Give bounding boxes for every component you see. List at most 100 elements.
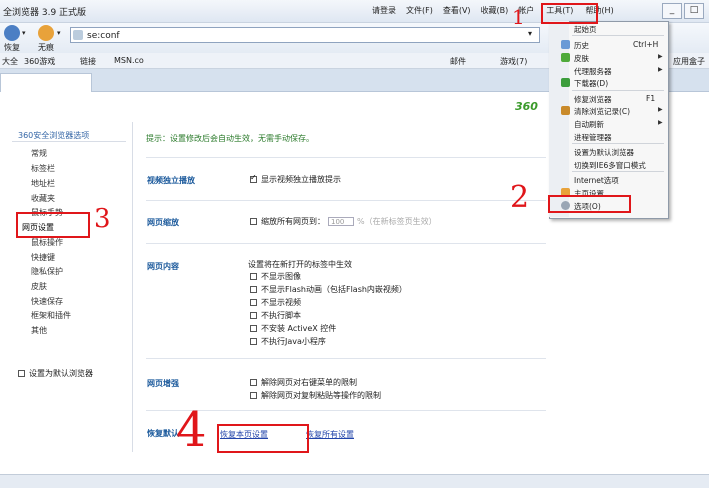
history-shortcut: Ctrl+H xyxy=(633,40,659,49)
fav-item[interactable]: 360游戏 xyxy=(24,56,55,67)
menu-login[interactable]: 请登录 xyxy=(367,5,401,16)
menu-item-autorefresh[interactable]: 自动刷新 xyxy=(574,119,604,130)
minimize-button[interactable]: _ xyxy=(662,3,682,19)
step-1-mark: 1 xyxy=(512,5,525,29)
menu-item-startpage[interactable]: 起始页 xyxy=(574,24,597,35)
address-bar[interactable]: se:conf xyxy=(70,27,540,43)
option-copypaste[interactable]: 解除网页对复制粘贴等操作的限制 xyxy=(250,390,381,401)
sidebar-item-tabbar[interactable]: 标签栏 xyxy=(31,163,55,174)
section-title-restore: 恢复默认 xyxy=(147,429,179,438)
section-divider xyxy=(146,157,546,158)
checkbox[interactable] xyxy=(250,338,257,345)
default-browser-label: 设置为默认浏览器 xyxy=(29,369,93,378)
fav-item[interactable]: MSN.co xyxy=(114,56,144,65)
sidebar-item-shortcuts[interactable]: 快捷键 xyxy=(31,252,55,263)
menu-view[interactable]: 查看(V) xyxy=(438,5,476,16)
maximize-button[interactable]: □ xyxy=(684,3,704,19)
checkbox[interactable] xyxy=(250,379,257,386)
dropdown-icon-2[interactable]: ▾ xyxy=(57,29,61,37)
sidebar-item-favorites[interactable]: 收藏夹 xyxy=(31,193,55,204)
fav-mail[interactable]: 邮件 xyxy=(450,56,466,67)
menu-item-ie6-mode[interactable]: 切换到IE6多窗口模式 xyxy=(574,160,646,171)
sidebar-item-other[interactable]: 其他 xyxy=(31,325,47,336)
option-no-images[interactable]: 不显示图像 xyxy=(250,271,301,282)
menu-item-set-default[interactable]: 设置为默认浏览器 xyxy=(574,147,634,158)
submenu-arrow-icon: ▶ xyxy=(658,119,663,126)
video-popup-label: 显示视频独立播放提示 xyxy=(261,175,341,184)
menu-item-clear-history[interactable]: 清除浏览记录(C) xyxy=(574,106,630,117)
sidebar-item-privacy[interactable]: 隐私保护 xyxy=(31,266,63,277)
sidebar-item-plugins[interactable]: 框架和插件 xyxy=(31,310,71,321)
zoom-label: 缩放所有网页到： xyxy=(261,217,325,226)
video-popup-option[interactable]: 显示视频独立播放提示 xyxy=(250,173,341,185)
window-title: 全浏览器 3.9 正式版 xyxy=(3,8,87,18)
option-label: 解除网页对复制粘贴等操作的限制 xyxy=(261,391,381,400)
incognito-icon[interactable] xyxy=(38,25,54,41)
menu-separator xyxy=(572,143,664,144)
option-no-java[interactable]: 不执行Java小程序 xyxy=(250,336,326,347)
dropdown-icon[interactable]: ▾ xyxy=(22,29,26,37)
menu-favorites[interactable]: 收藏(B) xyxy=(476,5,514,16)
video-popup-checkbox[interactable] xyxy=(250,173,257,183)
option-rightclick[interactable]: 解除网页对右键菜单的限制 xyxy=(250,377,357,388)
option-no-flash[interactable]: 不显示Flash动画（包括Flash内嵌视频） xyxy=(250,284,407,295)
sidebar-item-quicksave[interactable]: 快速保存 xyxy=(31,296,63,307)
sidebar-item-mouse[interactable]: 鼠标操作 xyxy=(31,237,63,248)
zoom-suffix: %（在新标签页生效） xyxy=(357,217,437,226)
highlight-webpage-settings xyxy=(16,212,90,238)
tab-options[interactable] xyxy=(0,73,92,92)
menu-item-downloader[interactable]: 下载器(D) xyxy=(574,78,608,89)
option-no-activex[interactable]: 不安装 ActiveX 控件 xyxy=(250,323,336,334)
fav-games[interactable]: 游戏(7) xyxy=(500,56,527,67)
option-label: 不显示Flash动画（包括Flash内嵌视频） xyxy=(261,285,407,294)
zoom-input[interactable]: 100 xyxy=(328,217,354,226)
menu-item-history[interactable]: 历史 xyxy=(574,40,589,51)
checkbox[interactable] xyxy=(250,392,257,399)
option-label: 不显示视频 xyxy=(261,298,301,307)
menu-separator xyxy=(572,171,664,172)
option-no-video[interactable]: 不显示视频 xyxy=(250,297,301,308)
status-bar xyxy=(0,474,709,488)
menu-item-proxy[interactable]: 代理服务器 xyxy=(574,66,612,77)
checkbox[interactable] xyxy=(250,286,257,293)
content-intro: 设置将在新打开的标签中生效 xyxy=(248,260,352,269)
menu-item-skin[interactable]: 皮肤 xyxy=(574,53,589,64)
submenu-arrow-icon: ▶ xyxy=(658,106,663,113)
menu-file[interactable]: 文件(F) xyxy=(401,5,438,16)
menu-item-repair[interactable]: 修复浏览器 xyxy=(574,94,612,105)
tip-text: 提示：设置修改后会自动生效，无需手动保存。 xyxy=(146,134,314,143)
fav-item[interactable]: 链接 xyxy=(80,56,96,67)
menu-item-internet-options[interactable]: Internet选项 xyxy=(574,175,619,186)
checkbox[interactable] xyxy=(250,312,257,319)
step-3-mark: 3 xyxy=(94,204,111,234)
download-icon xyxy=(561,78,570,87)
sidebar-item-skin[interactable]: 皮肤 xyxy=(31,281,47,292)
sidebar-item-general[interactable]: 常规 xyxy=(31,148,47,159)
sidebar-title: 360安全浏览器选项 xyxy=(18,131,90,140)
checkbox[interactable] xyxy=(250,325,257,332)
option-no-script[interactable]: 不执行脚本 xyxy=(250,310,301,321)
restore-label: 恢复 xyxy=(4,43,20,52)
default-browser-option[interactable]: 设置为默认浏览器 xyxy=(18,368,93,379)
sidebar-item-addressbar[interactable]: 地址栏 xyxy=(31,178,55,189)
checkbox[interactable] xyxy=(250,273,257,280)
back-icon[interactable] xyxy=(4,25,20,41)
highlight-tools-menu xyxy=(541,3,598,24)
highlight-options-item xyxy=(548,195,631,213)
zoom-checkbox[interactable] xyxy=(250,218,257,225)
fav-item[interactable]: 大全 xyxy=(2,56,18,67)
highlight-restore-link xyxy=(217,424,309,453)
address-dropdown-icon[interactable]: ▾ xyxy=(528,29,532,38)
menu-item-process-manager[interactable]: 进程管理器 xyxy=(574,132,612,143)
option-label: 不安装 ActiveX 控件 xyxy=(261,324,337,333)
option-label: 不执行脚本 xyxy=(261,311,301,320)
checkbox[interactable] xyxy=(250,299,257,306)
zoom-option[interactable]: 缩放所有网页到： 100 %（在新标签页生效） xyxy=(250,216,437,227)
repair-shortcut: F1 xyxy=(646,94,656,103)
fav-appbox[interactable]: 应用盒子 xyxy=(673,56,705,67)
option-label: 不显示图像 xyxy=(261,272,301,281)
menu-separator xyxy=(572,35,664,36)
default-browser-checkbox[interactable] xyxy=(18,370,25,377)
restore-all-link[interactable]: 恢复所有设置 xyxy=(306,429,354,440)
section-title-video: 视频独立播放 xyxy=(147,176,195,185)
